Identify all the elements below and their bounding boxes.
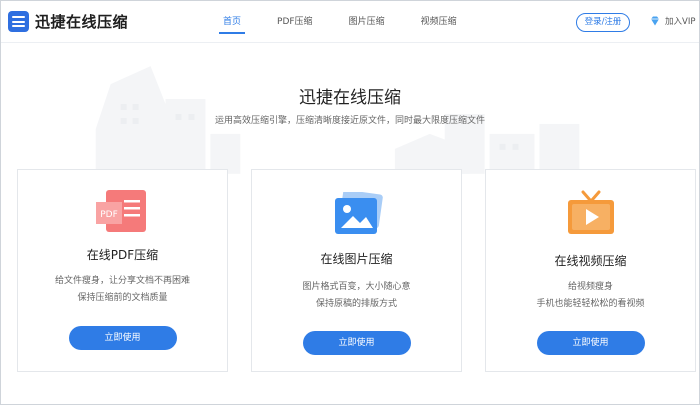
hero-subtitle: 运用高效压缩引擎，压缩清晰度接近原文件，同时最大限度压缩文件 [214,116,485,126]
card-desc-line: 给文件瘦身，让分享文档不再困难 [54,276,190,286]
main-nav: 首页 PDF压缩 图片压缩 视频压缩 [218,1,493,43]
logo[interactable]: 迅捷在线压缩 [8,11,128,32]
logo-icon [8,11,29,32]
card-desc-line: 保持压缩前的文档质量 [77,293,168,303]
card-desc-line: 手机也能轻轻松松的看视频 [536,299,645,309]
card-title: 在线视频压缩 [554,254,627,268]
card-title: 在线图片压缩 [320,252,393,266]
vip-label: 加入VIP [665,17,696,27]
card-title: 在线PDF压缩 [86,248,159,262]
top-header: 迅捷在线压缩 首页 PDF压缩 图片压缩 视频压缩 登录/注册 加入VIP [1,1,699,43]
logo-text: 迅捷在线压缩 [35,13,129,31]
pdf-icon-label: PDF [100,210,118,220]
nav-home[interactable]: 首页 [218,1,246,43]
card-description: 给视频瘦身 手机也能轻轻松松的看视频 [486,279,695,313]
card-description: 图片格式百变，大小随心意 保持原稿的排版方式 [252,279,461,313]
image-icon [334,192,383,234]
card-description: 给文件瘦身，让分享文档不再困难 保持压缩前的文档质量 [18,273,227,307]
join-vip-link[interactable]: 加入VIP [649,15,695,27]
use-now-button[interactable]: 立即使用 [536,331,645,355]
use-now-button[interactable]: 立即使用 [302,331,411,355]
card-pdf-compress: PDF 在线PDF压缩 给文件瘦身，让分享文档不再困难 保持压缩前的文档质量 立… [17,169,228,372]
hero-title: 迅捷在线压缩 [299,88,401,108]
nav-image-compress[interactable]: 图片压缩 [349,1,385,43]
diamond-icon [651,16,659,26]
nav-video-compress[interactable]: 视频压缩 [421,1,457,43]
card-desc-line: 给视频瘦身 [567,282,613,292]
tv-play-icon [567,190,614,234]
card-desc-line: 图片格式百变，大小随心意 [302,282,411,292]
pdf-file-icon: PDF [95,190,146,232]
use-now-button[interactable]: 立即使用 [68,326,177,350]
page-frame: 迅捷在线压缩 首页 PDF压缩 图片压缩 视频压缩 登录/注册 加入VIP 迅捷… [0,0,700,405]
hero-background-illustration [95,66,580,174]
card-image-compress: 在线图片压缩 图片格式百变，大小随心意 保持原稿的排版方式 立即使用 [251,169,462,372]
card-desc-line: 保持原稿的排版方式 [315,299,397,309]
login-register-button[interactable]: 登录/注册 [576,13,630,32]
card-video-compress: 在线视频压缩 给视频瘦身 手机也能轻轻松松的看视频 立即使用 [485,169,696,372]
nav-pdf-compress[interactable]: PDF压缩 [277,1,313,43]
